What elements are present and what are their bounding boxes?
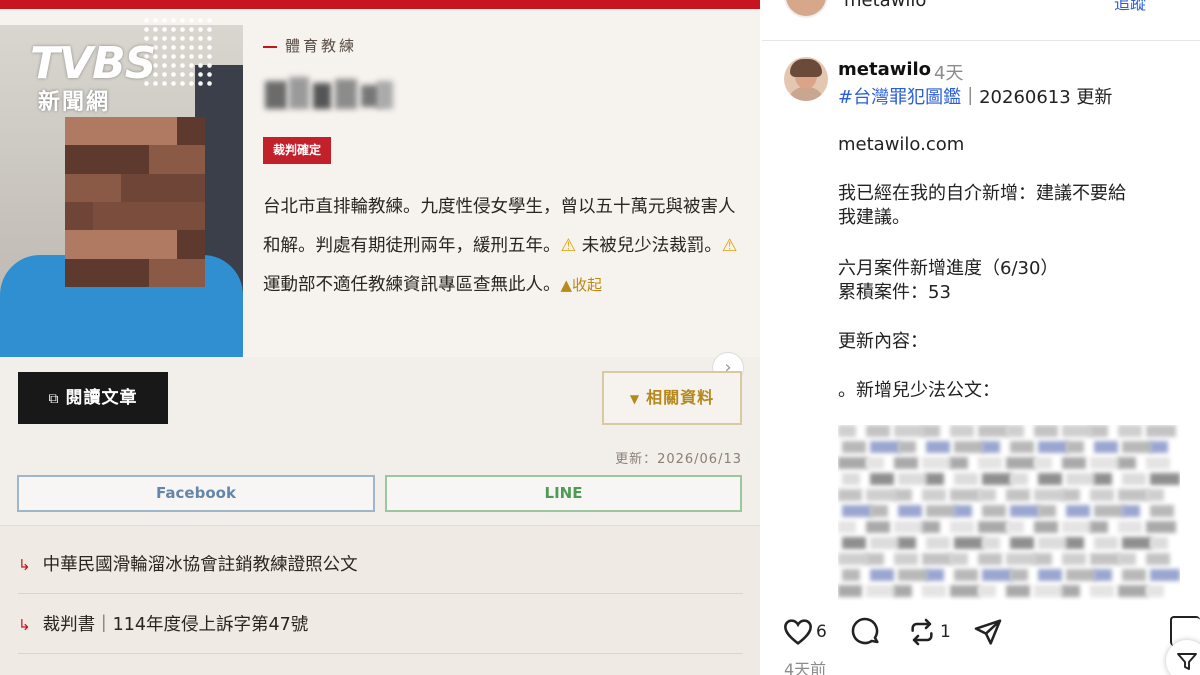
collapse-label: 收起 (572, 276, 603, 294)
related-data-button[interactable]: ▼ 相關資料 (602, 371, 742, 425)
hashtag-link[interactable]: #台灣罪犯圖鑑 (838, 87, 961, 108)
facebook-share-button[interactable]: Facebook (17, 475, 375, 512)
line-share-button[interactable]: LINE (385, 475, 742, 512)
related-link[interactable]: ↳ 中華民國滑輪溜冰協會註銷教練證照公文 (18, 551, 358, 576)
avatar[interactable] (784, 57, 828, 101)
read-article-button[interactable]: ⧉ 閱讀文章 (18, 372, 168, 424)
screenshot: TVBS 新聞網 體育教練 裁判確定 台北市直排輪教練。九度性侵女學生，曾以五十… (0, 0, 1200, 675)
collapse-link[interactable]: ▲收起 (561, 276, 603, 294)
like-button[interactable]: 6 (782, 615, 827, 649)
face-mosaic (65, 117, 205, 287)
post-username[interactable]: metawilo (838, 59, 931, 80)
related-link[interactable]: ↳ 裁判書｜114年度侵上訴字第47號 (18, 611, 308, 636)
post-timestamp: 4天前 (784, 660, 827, 675)
record-page: TVBS 新聞網 體育教練 裁判確定 台北市直排輪教練。九度性侵女學生，曾以五十… (0, 0, 760, 675)
post-text-line: 更新內容： (838, 331, 928, 352)
category-label: 體育教練 (263, 35, 357, 56)
logo-sub-text: 新聞網 (38, 90, 111, 115)
repost-icon (911, 618, 933, 646)
post-tagline: #台灣罪犯圖鑑｜20260613 更新 (838, 83, 1112, 109)
avatar[interactable] (784, 0, 828, 18)
related-link-text: 裁判書｜114年度侵上訴字第47號 (42, 615, 309, 635)
status-badge: 裁判確定 (263, 137, 332, 164)
external-link-icon: ⧉ (48, 391, 60, 407)
filter-button[interactable] (1166, 640, 1200, 675)
post-text-line: 六月案件新增進度（6/30） (838, 258, 1059, 279)
social-post-panel: metawilo 追蹤 metawilo 4天 #台灣罪犯圖鑑｜20260613… (762, 0, 1200, 675)
separator: ｜ (961, 87, 980, 108)
comment-icon (851, 617, 879, 645)
description-text: 運動部不適任教練資訊專區查無此人。 (263, 275, 561, 295)
corner-arrow-icon: ↳ (18, 556, 31, 574)
post-text-line: 我已經在我的自介新增：建議不要給 (838, 183, 1126, 204)
updated-date: 更新：2026/06/13 (615, 452, 742, 467)
send-icon (974, 619, 1002, 645)
corner-arrow-icon: ↳ (18, 616, 31, 634)
triangle-down-icon: ▼ (629, 392, 641, 406)
case-description: 台北市直排輪教練。九度性侵女學生，曾以五十萬元與被害人和解。判處有期徒刑兩年，緩… (263, 188, 743, 305)
filter-icon (1177, 653, 1197, 670)
post-text-line: 累積案件：53 (838, 282, 951, 303)
follow-button[interactable]: 追蹤 (1114, 0, 1146, 14)
description-text: 未被兒少法裁罰。 (581, 236, 722, 256)
triangle-up-icon: ▲ (560, 276, 573, 294)
redacted-name (265, 75, 395, 115)
like-count: 6 (816, 622, 827, 642)
related-link-text: 中華民國滑輪溜冰協會註銷教練證照公文 (42, 555, 358, 575)
post-text-line: 我建議。 (838, 207, 910, 228)
reply-button[interactable] (850, 615, 882, 649)
top-red-bar (0, 0, 760, 9)
logo-main-text: TVBS (30, 38, 156, 89)
warning-icon: ⚠ (560, 236, 577, 256)
related-data-label: 相關資料 (646, 388, 715, 407)
blurred-document-image[interactable] (838, 425, 1180, 601)
repost-count: 1 (940, 622, 951, 642)
header-username[interactable]: metawilo (844, 0, 926, 11)
tvbs-logo: TVBS 新聞網 (30, 16, 212, 116)
read-article-label: 閱讀文章 (65, 388, 138, 408)
share-button[interactable] (972, 615, 1004, 649)
post-site-link[interactable]: metawilo.com (838, 132, 964, 158)
date-note: 20260613 更新 (979, 87, 1113, 108)
post-time: 4天 (934, 63, 964, 84)
warning-icon: ⚠ (721, 236, 738, 256)
heart-icon (784, 619, 812, 645)
post-text-line: 。新增兒少法公文： (838, 380, 1000, 401)
repost-button[interactable]: 1 (906, 615, 951, 649)
